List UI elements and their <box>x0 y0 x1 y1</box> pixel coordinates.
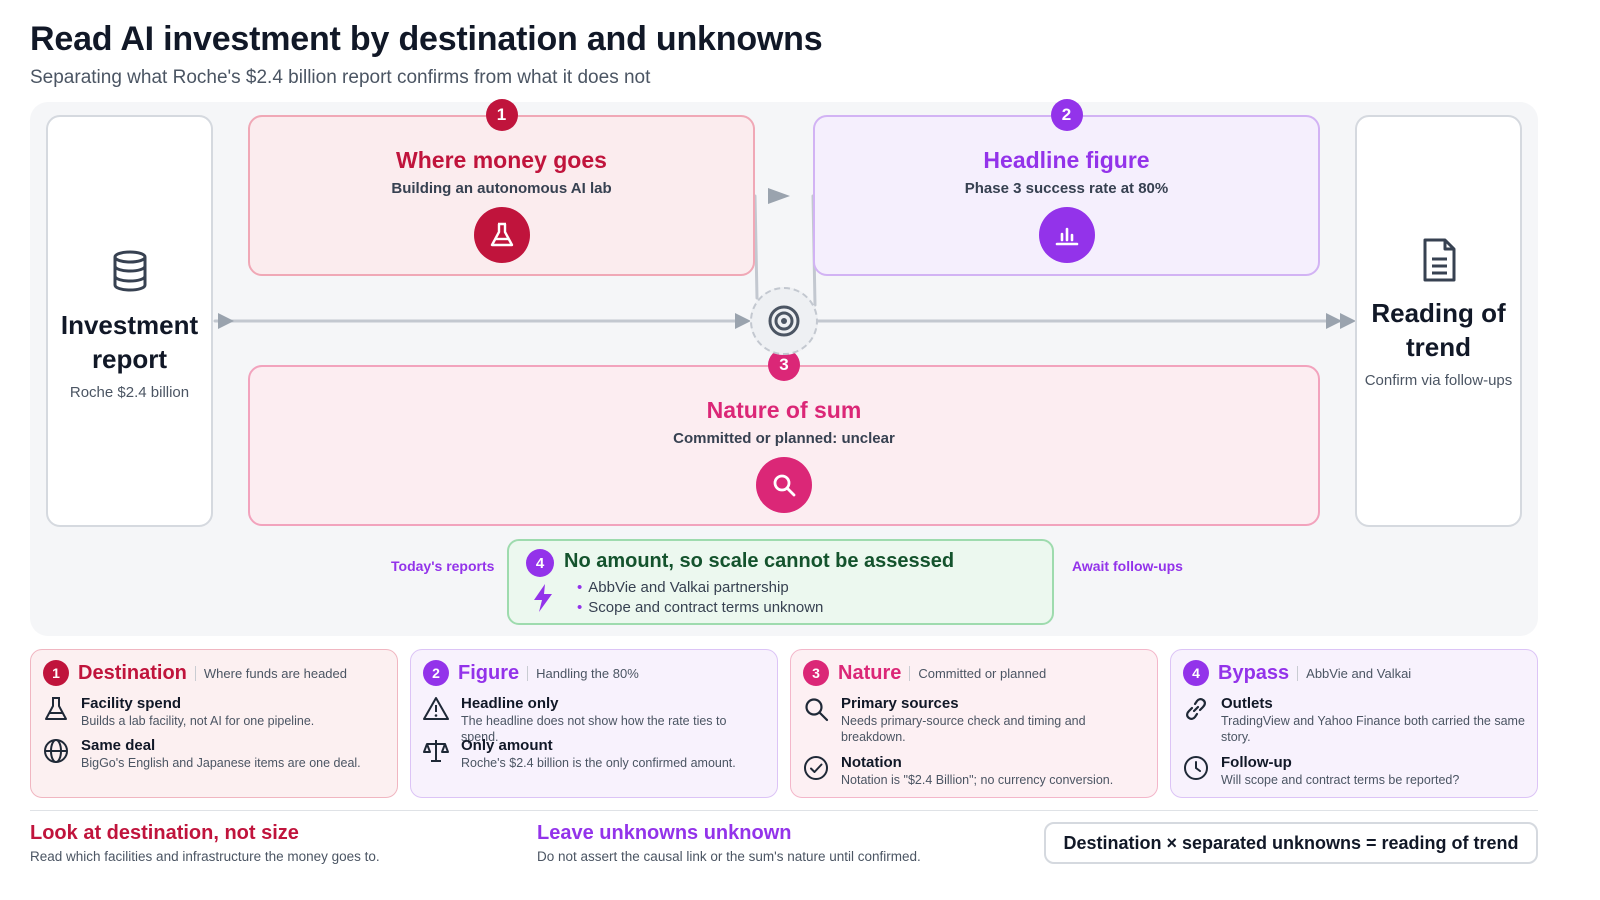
panel-tag: AbbVie and Valkai <box>1297 665 1411 681</box>
footer-desc: Do not assert the causal link or the sum… <box>537 849 921 864</box>
panel-number-badge: 1 <box>43 660 69 686</box>
panel-item-title: Primary sources <box>841 695 959 712</box>
scale-icon <box>423 740 449 762</box>
panel-item-desc: TradingView and Yahoo Finance both carri… <box>1221 714 1525 744</box>
panel-item: Primary sources Needs primary-source che… <box>803 694 1147 745</box>
bar-chart-icon <box>1038 207 1095 263</box>
database-icon <box>113 250 146 292</box>
panel-title: Nature <box>838 661 902 684</box>
bypass-item: AbbVie and Valkai partnership <box>577 578 823 598</box>
panel-item-desc: BigGo's English and Japanese items are o… <box>81 756 361 770</box>
bypass-list: AbbVie and Valkai partnership Scope and … <box>577 578 823 618</box>
footer-title: Look at destination, not size <box>30 822 299 844</box>
panel-item-title: Only amount <box>461 737 553 754</box>
panel-figure: 2 Figure Handling the 80% Headline only … <box>410 649 778 798</box>
target-icon <box>750 287 818 355</box>
panel-item-title: Follow-up <box>1221 754 1292 771</box>
stage-where-money-goes: 1 Where money goes Building an autonomou… <box>248 99 755 276</box>
panel-number-badge: 3 <box>803 660 829 686</box>
panel-item: Notation Notation is "$2.4 Billion"; no … <box>803 753 1147 788</box>
panel-item-title: Notation <box>841 754 902 771</box>
panel-title: Figure <box>458 661 520 684</box>
warning-icon <box>423 697 449 720</box>
flask-icon <box>473 207 530 263</box>
bypass-box: 4 No amount, so scale cannot be assessed… <box>507 539 1054 625</box>
link-icon <box>1186 698 1206 720</box>
panel-item-title: Outlets <box>1221 695 1273 712</box>
reading-of-trend-sub: Confirm via follow-ups <box>1364 372 1513 389</box>
globe-icon <box>44 739 68 763</box>
panel-tag: Where funds are headed <box>194 665 347 681</box>
panel-item-desc: Notation is "$2.4 Billion"; no currency … <box>841 773 1114 787</box>
reading-of-trend-card: Reading of trend Confirm via follow-ups <box>1355 115 1522 527</box>
panel-item-desc: Needs primary-source check and timing an… <box>841 714 1086 744</box>
footer-desc: Read which facilities and infrastructure… <box>30 849 380 864</box>
bypass-number-badge: 4 <box>526 549 554 577</box>
clock-icon <box>1184 756 1208 780</box>
investment-report-card: Investment report Roche $2.4 billion <box>46 115 213 527</box>
panel-item-desc: Roche's $2.4 billion is the only confirm… <box>461 756 736 770</box>
panel-title: Bypass <box>1218 661 1290 684</box>
panel-item-desc: Builds a lab facility, not AI for one pi… <box>81 714 315 728</box>
flask-icon <box>45 697 67 720</box>
await-follow-ups-label: Await follow-ups <box>1072 558 1183 574</box>
investment-report-title: Investment report <box>60 310 199 374</box>
panel-tag: Committed or planned <box>909 665 1046 681</box>
document-icon <box>1423 238 1455 282</box>
lightning-icon <box>534 584 552 612</box>
panel-number-badge: 4 <box>1183 660 1209 686</box>
todays-reports-label: Today's reports <box>391 558 495 574</box>
panel-number-badge: 2 <box>423 660 449 686</box>
panel-item-title: Same deal <box>81 737 156 754</box>
footer-takeaway-unknowns: Leave unknowns unknown Do not assert the… <box>537 822 921 864</box>
panel-item: Same deal BigGo's English and Japanese i… <box>43 736 387 771</box>
stage-headline-figure: 2 Headline figure Phase 3 success rate a… <box>813 99 1320 276</box>
panel-item-title: Facility spend <box>81 695 182 712</box>
investment-report-sub: Roche $2.4 billion <box>69 384 190 401</box>
stage-subtitle: Building an autonomous AI lab <box>391 180 612 197</box>
panel-bypass: 4 Bypass AbbVie and Valkai Outlets Tradi… <box>1170 649 1538 798</box>
panel-tag: Handling the 80% <box>527 665 639 681</box>
stage-subtitle: Committed or planned: unclear <box>673 430 895 447</box>
panel-item: Facility spend Builds a lab facility, no… <box>43 694 387 729</box>
stage-nature-of-sum: 3 Nature of sum Committed or planned: un… <box>248 349 1320 526</box>
stage-subtitle: Phase 3 success rate at 80% <box>964 180 1169 197</box>
reading-of-trend-title: Reading of trend <box>1371 298 1506 362</box>
footer-takeaway-destination: Look at destination, not size Read which… <box>30 822 380 864</box>
search-icon <box>805 698 829 722</box>
bypass-title: No amount, so scale cannot be assessed <box>564 550 955 572</box>
panel-title: Destination <box>78 661 187 684</box>
panel-nature: 3 Nature Committed or planned Primary so… <box>790 649 1158 798</box>
panel-item-title: Headline only <box>461 695 559 712</box>
stage-number-badge: 2 <box>1050 99 1083 131</box>
page-subtitle: Separating what Roche's $2.4 billion rep… <box>30 67 651 88</box>
search-icon <box>756 457 812 513</box>
check-circle-icon <box>804 756 828 780</box>
panel-item-desc: Will scope and contract terms be reporte… <box>1221 773 1460 787</box>
stage-title: Headline figure <box>983 147 1150 173</box>
panel-item: Outlets TradingView and Yahoo Finance bo… <box>1183 694 1527 745</box>
formula-box: Destination × separated unknowns = readi… <box>1044 822 1538 864</box>
bypass-item: Scope and contract terms unknown <box>577 598 823 618</box>
stage-number-badge: 1 <box>485 99 518 131</box>
footer-divider <box>30 810 1538 811</box>
panel-item: Only amount Roche's $2.4 billion is the … <box>423 736 767 771</box>
footer-title: Leave unknowns unknown <box>537 822 792 844</box>
page-title: Read AI investment by destination and un… <box>30 20 823 58</box>
stage-title: Nature of sum <box>706 397 862 423</box>
panel-destination: 1 Destination Where funds are headed Fac… <box>30 649 398 798</box>
panel-item: Follow-up Will scope and contract terms … <box>1183 753 1527 788</box>
stage-title: Where money goes <box>396 147 607 173</box>
